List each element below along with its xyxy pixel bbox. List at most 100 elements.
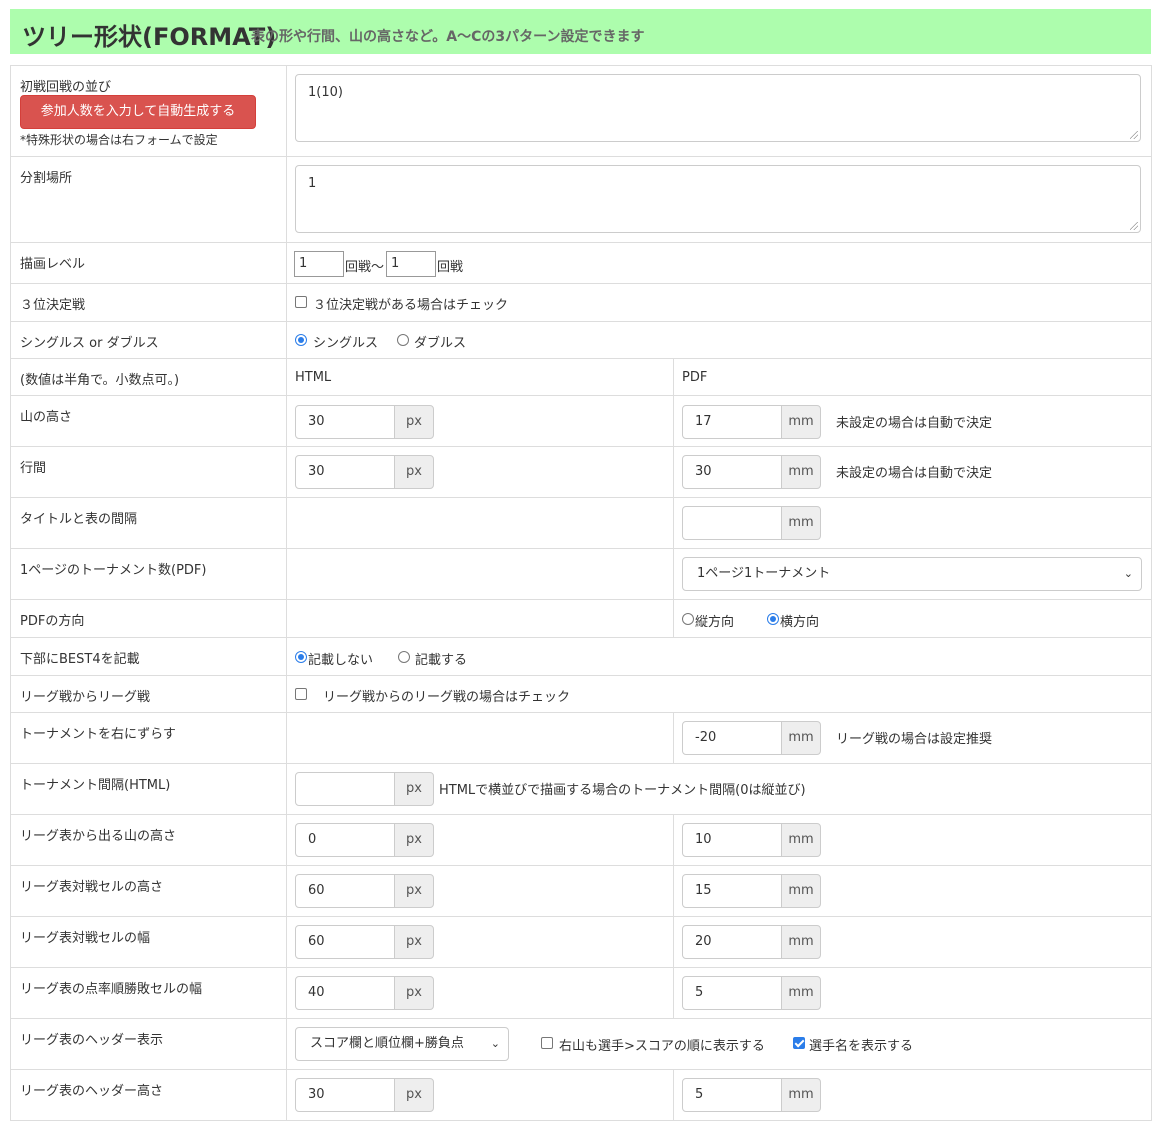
league-yama-html-input-group: 0 px [295,823,436,857]
landscape-radio[interactable] [767,613,779,625]
header-display-select-value: スコア欄と順位欄+勝負点 [310,1036,464,1051]
bunkatsu-textarea[interactable]: 1 [295,165,1141,233]
level-from-input[interactable]: 1 [294,251,344,277]
row-league: リーグ戦からリーグ戦 リーグ戦からのリーグ戦の場合はチェック [10,675,1152,713]
t-gap-note: HTMLで横並びで描画する場合のトーナメント間隔(0は縦並び) [439,783,806,798]
portrait-radio[interactable] [682,613,694,625]
singles-radio[interactable] [295,334,307,346]
row-label: シングルス or ダブルス [10,321,287,359]
row-pdf-dir: PDFの方向 縦方向 横方向 [10,599,1152,638]
row-cell-w: リーグ表対戦セルの幅 60 px 20 mm [10,916,1152,968]
score-w-html-input[interactable]: 40 [295,976,395,1010]
t-gap-input[interactable] [295,772,395,806]
level-to-input[interactable]: 1 [386,251,436,277]
row-label: トーナメントを右にずらす [10,712,287,764]
row-cell-h: リーグ表対戦セルの高さ 60 px 15 mm [10,865,1152,917]
shift-note: リーグ戦の場合は設定推奨 [836,732,993,747]
row-label: 1ページのトーナメント数(PDF) [10,548,287,600]
right-yama-checkbox[interactable] [541,1037,553,1049]
px-unit: px [394,925,434,959]
title-gap-input[interactable] [682,506,782,540]
row-label: リーグ表から出る山の高さ [10,814,287,866]
cell-h-html-input-group: 60 px [295,874,436,908]
title-gap-input-group: mm [682,506,823,540]
best4-yes-radio-label: 記載する [415,653,468,668]
mm-unit: mm [781,976,821,1010]
third-place-checkbox-label: ３位決定戦がある場合はチェック [313,298,509,313]
hdr-h-pdf-input-group: 5 mm [682,1078,823,1112]
shift-input[interactable]: -20 [682,721,782,755]
gyokan-html-input[interactable]: 30 [295,455,395,489]
cell-h-html-input[interactable]: 60 [295,874,395,908]
px-unit: px [394,455,434,489]
format-settings-table: 初戦回戦の並び 参加人数を入力して自動生成する *特殊形状の場合は右フォームで設… [10,65,1152,1121]
row-label: 山の高さ [10,395,287,447]
hdr-h-html-input-group: 30 px [295,1078,436,1112]
league-yama-html-input[interactable]: 0 [295,823,395,857]
chevron-down-icon: ⌄ [1123,567,1133,580]
row-bunkatsu: 分割場所 1 [10,156,1152,243]
cell-h-pdf-input-group: 15 mm [682,874,823,908]
landscape-radio-label: 横方向 [780,615,820,630]
row-label: 分割場所 [10,156,287,243]
row-best4: 下部にBEST4を記載 記載しない 記載する [10,637,1152,676]
gyokan-pdf-input[interactable]: 30 [682,455,782,489]
doubles-radio[interactable] [397,334,409,346]
level-from-unit: 回戦〜 [345,260,385,275]
row-league-yama: リーグ表から出る山の高さ 0 px 10 mm [10,814,1152,866]
px-unit: px [394,772,434,806]
show-player-checkbox[interactable] [793,1037,805,1049]
per-page-select[interactable]: 1ページ1トーナメント ⌄ [682,557,1142,591]
row-title-gap: タイトルと表の間隔 mm [10,497,1152,549]
gyokan-pdf-input-group: 30 mm [682,455,823,489]
row-label: 描画レベル [10,242,287,284]
cell-w-pdf-input[interactable]: 20 [682,925,782,959]
row-label: リーグ表のヘッダー高さ [10,1069,287,1121]
row-label: リーグ表の点率順勝敗セルの幅 [10,967,287,1019]
t-gap-input-group: px [295,772,436,806]
portrait-radio-label: 縦方向 [695,615,735,630]
row-label: リーグ表対戦セルの幅 [10,916,287,968]
cell-h-pdf-input[interactable]: 15 [682,874,782,908]
pdf-column-header: PDF [673,358,1152,396]
doubles-radio-label: ダブルス [414,336,467,351]
mm-unit: mm [781,874,821,908]
yama-pdf-input[interactable]: 17 [682,405,782,439]
shift-input-group: -20 mm [682,721,823,755]
row-label: リーグ戦からリーグ戦 [10,675,287,713]
auto-note: 未設定の場合は自動で決定 [836,416,993,431]
hdr-h-html-input[interactable]: 30 [295,1078,395,1112]
mm-unit: mm [781,506,821,540]
row-label: PDFの方向 [10,599,287,638]
auto-generate-button[interactable]: 参加人数を入力して自動生成する [20,95,256,129]
league-checkbox-label: リーグ戦からのリーグ戦の場合はチェック [323,690,571,705]
row-colhead: (数値は半角で。小数点可。) HTML PDF [10,358,1152,396]
best4-yes-radio[interactable] [398,651,410,663]
row-label: (数値は半角で。小数点可。) [10,358,287,396]
px-unit: px [394,1078,434,1112]
shosen-textarea[interactable]: 1(10) [295,74,1141,142]
mm-unit: mm [781,1078,821,1112]
score-w-pdf-input[interactable]: 5 [682,976,782,1010]
row-level: 描画レベル 1 回戦〜 1 回戦 [10,242,1152,284]
row-hdr-disp: リーグ表のヘッダー表示 スコア欄と順位欄+勝負点 ⌄ 右山も選手>スコアの順に表… [10,1018,1152,1070]
show-player-checkbox-label: 選手名を表示する [809,1039,914,1054]
html-column-header: HTML [286,358,674,396]
mm-unit: mm [781,823,821,857]
header-display-select[interactable]: スコア欄と順位欄+勝負点 ⌄ [295,1027,509,1061]
league-yama-pdf-input[interactable]: 10 [682,823,782,857]
cell-w-html-input-group: 60 px [295,925,436,959]
league-checkbox[interactable] [295,688,307,700]
row-shift: トーナメントを右にずらす -20 mm リーグ戦の場合は設定推奨 [10,712,1152,764]
cell-w-html-input[interactable]: 60 [295,925,395,959]
yama-html-input-group: 30 px [295,405,436,439]
yama-html-input[interactable]: 30 [295,405,395,439]
league-yama-pdf-input-group: 10 mm [682,823,823,857]
row-singles: シングルス or ダブルス シングルス ダブルス [10,321,1152,359]
best4-no-radio[interactable] [295,651,307,663]
gyokan-html-input-group: 30 px [295,455,436,489]
best4-no-radio-label: 記載しない [308,653,374,668]
hdr-h-pdf-input[interactable]: 5 [682,1078,782,1112]
third-place-checkbox[interactable] [295,296,307,308]
row-gyokan: 行間 30 px 30 mm 未設定の場合は自動で決定 [10,446,1152,498]
